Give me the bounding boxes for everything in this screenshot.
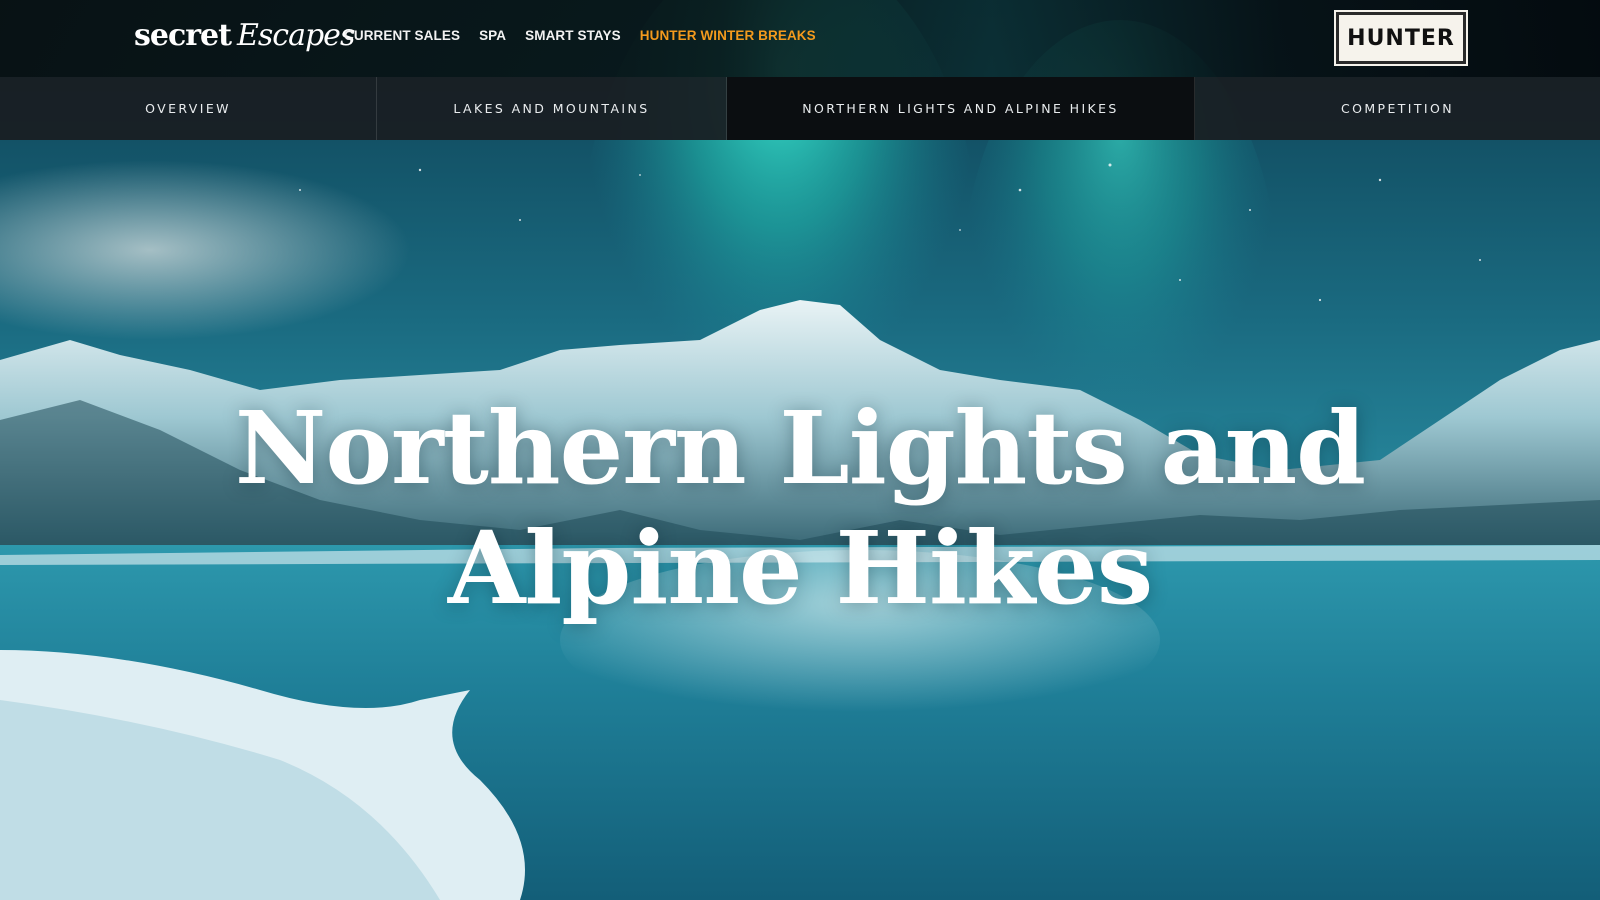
main-nav: CURRENT SALES SPA SMART STAYS HUNTER WIN… (344, 28, 835, 43)
headline-line-2: Alpine Hikes (447, 509, 1153, 627)
hunter-partner-logo[interactable]: HUNTER (1334, 10, 1468, 66)
nav-spa[interactable]: SPA (479, 28, 506, 43)
tab-northern-lights-and-alpine-hikes[interactable]: NORTHERN LIGHTS AND ALPINE HIKES (727, 77, 1195, 140)
nav-smart-stays[interactable]: SMART STAYS (525, 28, 621, 43)
logo-word-2: Escapes (237, 18, 355, 53)
tab-competition[interactable]: COMPETITION (1195, 77, 1600, 140)
site-header: secret Escapes CURRENT SALES SPA SMART S… (0, 0, 1600, 77)
tab-overview[interactable]: OVERVIEW (0, 77, 377, 140)
headline-line-1: Northern Lights and (234, 389, 1366, 507)
section-tabs: OVERVIEW LAKES AND MOUNTAINS NORTHERN LI… (0, 77, 1600, 140)
nav-hunter-winter-breaks[interactable]: HUNTER WINTER BREAKS (640, 28, 816, 43)
hero-headline: Northern Lights and Alpine Hikes (0, 388, 1600, 628)
nav-current-sales[interactable]: CURRENT SALES (344, 28, 460, 43)
logo-word-1: secret (134, 18, 232, 53)
tab-lakes-and-mountains[interactable]: LAKES AND MOUNTAINS (377, 77, 727, 140)
secret-escapes-logo[interactable]: secret Escapes (134, 18, 355, 58)
